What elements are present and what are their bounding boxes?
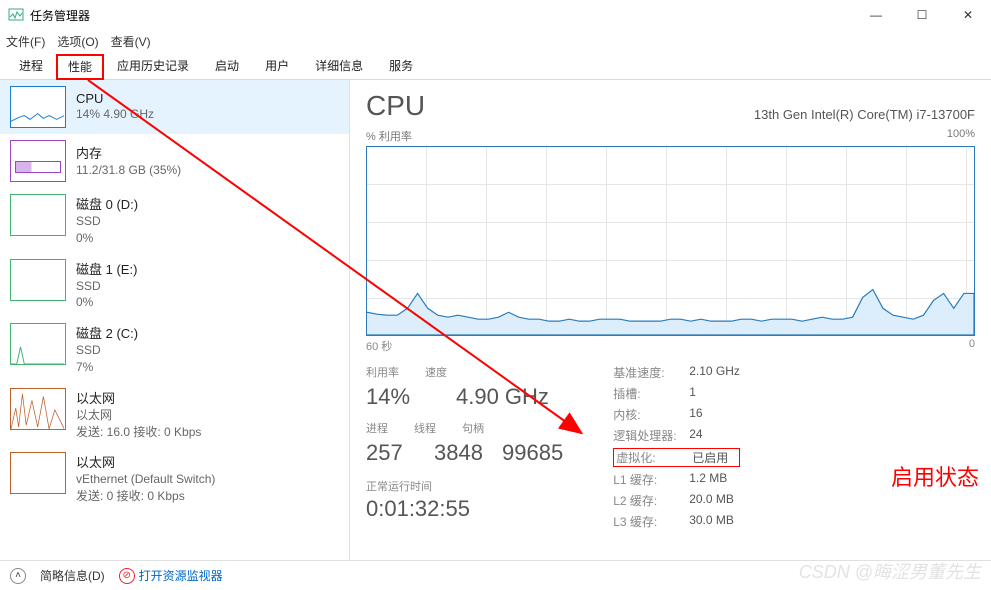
- sidebar-item-cpu[interactable]: CPU 14% 4.90 GHz: [0, 80, 349, 134]
- value-l3-cache: 30.0 MB: [689, 513, 740, 530]
- value-threads: 3848: [434, 440, 484, 466]
- sidebar-item-sub: 14% 4.90 GHz: [76, 106, 154, 123]
- value-uptime: 0:01:32:55: [366, 496, 563, 522]
- graph-label: % 利用率: [366, 128, 412, 144]
- cpu-detail-pane: CPU 13th Gen Intel(R) Core(TM) i7-13700F…: [350, 80, 991, 560]
- title-bar: 任务管理器 — ☐ ✕: [0, 0, 991, 30]
- ethernet-thumb-icon: [10, 452, 66, 494]
- value-handles: 99685: [502, 440, 563, 466]
- sidebar-item-label: 磁盘 1 (E:): [76, 259, 137, 278]
- label-base-speed: 基准速度:: [613, 364, 689, 381]
- minimize-button[interactable]: —: [853, 0, 899, 30]
- sidebar-item-sub2: 0%: [76, 230, 138, 247]
- label-threads: 线程: [414, 420, 436, 436]
- sidebar-item-sub: SSD: [76, 213, 138, 230]
- sidebar-item-sub2: 发送: 0 接收: 0 Kbps: [76, 488, 215, 505]
- label-speed: 速度: [425, 364, 447, 380]
- sidebar-item-label: 以太网: [76, 452, 215, 471]
- value-l2-cache: 20.0 MB: [689, 492, 740, 509]
- sidebar-item-sub2: 发送: 16.0 接收: 0 Kbps: [76, 424, 201, 441]
- sidebar-item-sub: SSD: [76, 342, 138, 359]
- sidebar-item-disk2[interactable]: 磁盘 2 (C:) SSD 7%: [0, 317, 349, 382]
- axis-right: 0: [969, 338, 975, 354]
- open-resource-monitor-link[interactable]: ⊘ 打开资源监视器: [119, 567, 223, 584]
- disk-thumb-icon: [10, 194, 66, 236]
- label-utilization: 利用率: [366, 364, 399, 380]
- sidebar-item-sub: vEthernet (Default Switch): [76, 471, 215, 488]
- tab-app-history[interactable]: 应用历史记录: [104, 52, 202, 79]
- sidebar-item-sub: 11.2/31.8 GB (35%): [76, 162, 181, 179]
- label-l2-cache: L2 缓存:: [613, 492, 689, 509]
- sidebar-item-disk0[interactable]: 磁盘 0 (D:) SSD 0%: [0, 188, 349, 253]
- cpu-model: 13th Gen Intel(R) Core(TM) i7-13700F: [754, 107, 975, 122]
- cpu-thumb-icon: [10, 86, 66, 128]
- brief-info-link[interactable]: 简略信息(D): [40, 567, 105, 584]
- resource-monitor-label: 打开资源监视器: [139, 567, 223, 584]
- label-uptime: 正常运行时间: [366, 478, 563, 494]
- sidebar-item-eth0[interactable]: 以太网 以太网 发送: 16.0 接收: 0 Kbps: [0, 382, 349, 447]
- value-utilization: 14%: [366, 384, 438, 410]
- menu-view[interactable]: 查看(V): [111, 33, 151, 50]
- sidebar-item-sub2: 7%: [76, 359, 138, 376]
- memory-thumb-icon: [10, 140, 66, 182]
- sidebar-item-memory[interactable]: 内存 11.2/31.8 GB (35%): [0, 134, 349, 188]
- tab-services[interactable]: 服务: [376, 52, 426, 79]
- value-cores: 16: [689, 406, 740, 423]
- cpu-utilization-graph[interactable]: [366, 146, 975, 336]
- value-virtualization: 已启用: [692, 449, 737, 466]
- graph-max: 100%: [947, 128, 975, 144]
- tab-users[interactable]: 用户: [252, 52, 302, 79]
- label-handles: 句柄: [462, 420, 484, 436]
- sidebar-item-label: 磁盘 2 (C:): [76, 323, 138, 342]
- tab-details[interactable]: 详细信息: [302, 52, 376, 79]
- sidebar-item-label: 以太网: [76, 388, 201, 407]
- menu-options[interactable]: 选项(O): [57, 33, 98, 50]
- value-sockets: 1: [689, 385, 740, 402]
- sidebar-item-eth1[interactable]: 以太网 vEthernet (Default Switch) 发送: 0 接收:…: [0, 446, 349, 511]
- virtualization-row: 虚拟化: 已启用: [613, 448, 740, 467]
- value-logical-processors: 24: [689, 427, 740, 444]
- label-l1-cache: L1 缓存:: [613, 471, 689, 488]
- tab-startup[interactable]: 启动: [202, 52, 252, 79]
- tab-strip: 进程 性能 应用历史记录 启动 用户 详细信息 服务: [0, 52, 991, 80]
- sidebar-item-disk1[interactable]: 磁盘 1 (E:) SSD 0%: [0, 253, 349, 318]
- close-button[interactable]: ✕: [945, 0, 991, 30]
- performance-sidebar: CPU 14% 4.90 GHz 内存 11.2/31.8 GB (35%) 磁…: [0, 80, 350, 560]
- label-cores: 内核:: [613, 406, 689, 423]
- chevron-up-icon[interactable]: ˄: [10, 568, 26, 584]
- value-processes: 257: [366, 440, 416, 466]
- app-icon: [8, 7, 24, 23]
- label-processes: 进程: [366, 420, 388, 436]
- value-speed: 4.90 GHz: [456, 384, 549, 410]
- tab-performance[interactable]: 性能: [56, 54, 104, 80]
- disk-thumb-icon: [10, 259, 66, 301]
- watermark: CSDN @晦涩男董先生: [799, 558, 981, 584]
- sidebar-item-sub2: 0%: [76, 294, 137, 311]
- value-base-speed: 2.10 GHz: [689, 364, 740, 381]
- cpu-info-grid: 基准速度: 2.10 GHz 插槽: 1 内核: 16 逻辑处理器: 24 虚拟…: [613, 364, 740, 530]
- label-logical-processors: 逻辑处理器:: [613, 427, 689, 444]
- sidebar-item-label: 内存: [76, 143, 181, 162]
- label-sockets: 插槽:: [613, 385, 689, 402]
- sidebar-item-sub: SSD: [76, 278, 137, 295]
- annotation-status: 启用状态: [891, 460, 979, 492]
- label-l3-cache: L3 缓存:: [613, 513, 689, 530]
- disk-thumb-icon: [10, 323, 66, 365]
- sidebar-item-label: 磁盘 0 (D:): [76, 194, 138, 213]
- menu-file[interactable]: 文件(F): [6, 33, 45, 50]
- window-title: 任务管理器: [30, 7, 90, 24]
- resource-monitor-icon: ⊘: [119, 568, 135, 584]
- ethernet-thumb-icon: [10, 388, 66, 430]
- window-controls: — ☐ ✕: [853, 0, 991, 30]
- axis-left: 60 秒: [366, 338, 392, 354]
- sidebar-item-sub: 以太网: [76, 407, 201, 424]
- sidebar-item-label: CPU: [76, 91, 154, 106]
- maximize-button[interactable]: ☐: [899, 0, 945, 30]
- label-virtualization: 虚拟化:: [616, 449, 692, 466]
- tab-processes[interactable]: 进程: [6, 52, 56, 79]
- menu-bar: 文件(F) 选项(O) 查看(V): [0, 30, 991, 52]
- value-l1-cache: 1.2 MB: [689, 471, 740, 488]
- detail-title: CPU: [366, 90, 425, 122]
